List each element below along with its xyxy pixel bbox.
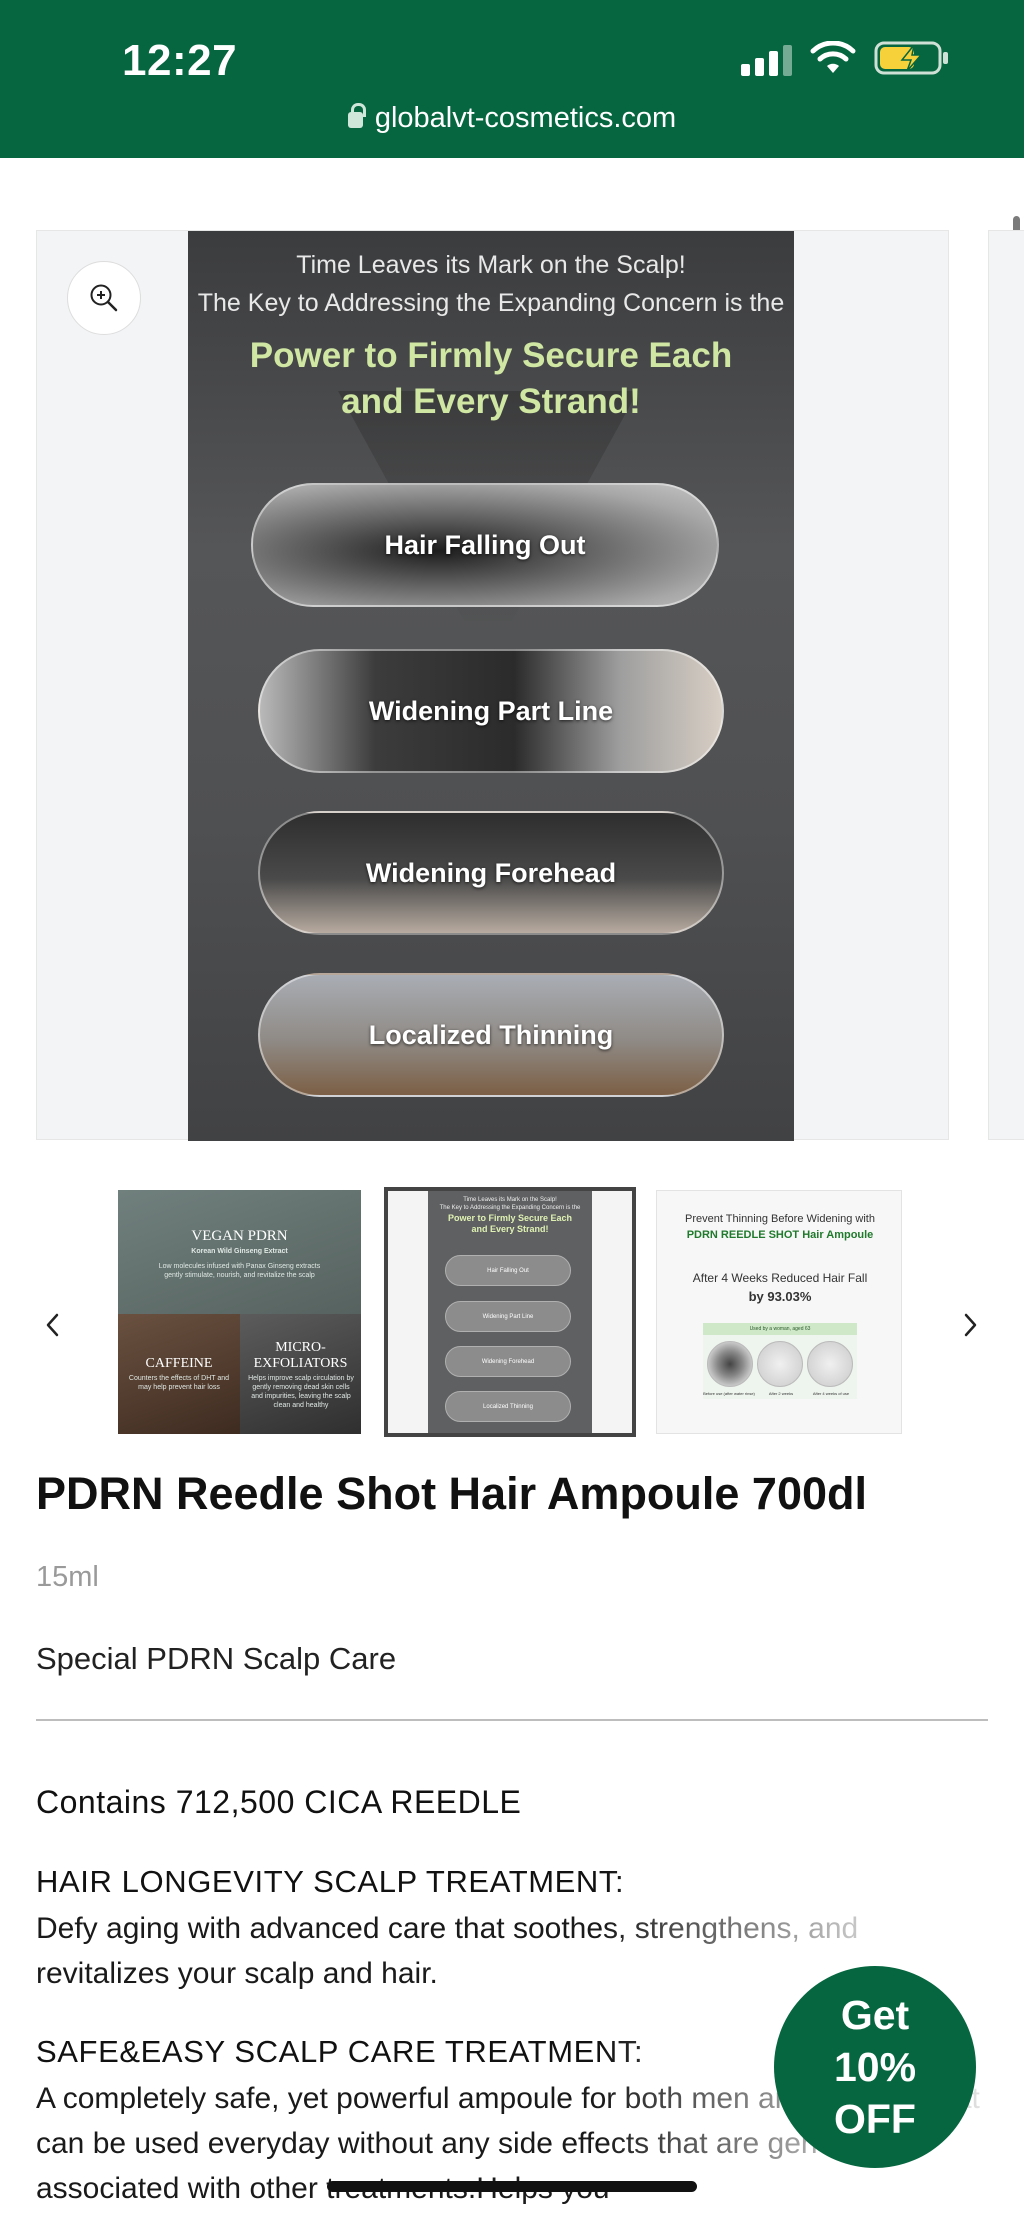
thumb2-line-2: The Key to Addressing the Expanding Conc… — [439, 1205, 581, 1211]
discount-promo-button[interactable]: Get 10% OFF — [774, 1966, 976, 2168]
product-poster-image: Time Leaves its Mark on the Scalp! The K… — [188, 231, 794, 1141]
wifi-icon — [810, 41, 856, 73]
address-bar[interactable]: globalvt-cosmetics.com — [0, 102, 1024, 135]
section-heading-safe-easy: SAFE&EASY SCALP CARE TREATMENT: — [36, 2034, 644, 2069]
thumb1-caffeine-title: CAFFEINE — [145, 1356, 213, 1371]
zoom-button[interactable] — [67, 261, 141, 335]
product-contains: Contains 712,500 CICA REEDLE — [36, 1784, 522, 1820]
thumb2-poster: Time Leaves its Mark on the Scalp! The K… — [428, 1191, 592, 1433]
product-subtitle: Special PDRN Scalp Care — [36, 1641, 397, 1676]
chevron-left-icon — [46, 1313, 59, 1337]
product-image-gallery[interactable]: Time Leaves its Mark on the Scalp! The K… — [36, 230, 949, 1141]
thumb3-line-4: by 93.03% — [748, 1289, 812, 1304]
promo-line-2: 10% — [833, 2044, 917, 2090]
thumb1-vegan-title: VEGAN PDRN — [191, 1228, 288, 1244]
concern-localized-thinning: Localized Thinning — [258, 973, 724, 1097]
thumb2-item-2: Widening Part Line — [445, 1301, 571, 1332]
thumb3-line-3: After 4 Weeks Reduced Hair Fall — [692, 1271, 868, 1285]
concern-widening-forehead: Widening Forehead — [258, 811, 724, 935]
product-title: PDRN Reedle Shot Hair Ampoule 700dl — [36, 1468, 868, 1519]
next-slide-peek[interactable] — [988, 230, 1024, 1140]
thumb3-sample-2 — [757, 1341, 803, 1387]
thumb2-headline: Power to Firmly Secure Each and Every St… — [428, 1213, 592, 1235]
home-indicator[interactable] — [327, 2181, 697, 2192]
poster-headline-1: Power to Firmly Secure Each — [249, 336, 733, 375]
thumbnail-next-button[interactable] — [950, 1300, 990, 1350]
promo-line-1: Get — [840, 1992, 910, 2038]
thumbnail-prev-button[interactable] — [33, 1300, 73, 1350]
thumb3-sample-3 — [807, 1341, 853, 1387]
concern-widening-part-line: Widening Part Line — [258, 649, 724, 773]
thumbnail-1[interactable]: VEGAN PDRN Korean Wild Ginseng Extract L… — [118, 1190, 361, 1434]
thumb1-vegan-desc: Low molecules infused with Panax Ginseng… — [158, 1263, 321, 1279]
thumb3-line-2: PDRN REEDLE SHOT Hair Ampoule — [686, 1229, 874, 1241]
thumb1-micro-desc: Helps improve scalp circulation by gentl… — [248, 1375, 354, 1409]
thumb2-item-1: Hair Falling Out — [445, 1255, 571, 1286]
promo-line-3: OFF — [834, 2096, 916, 2142]
thumb2-line-1: Time Leaves its Mark on the Scalp! — [463, 1197, 557, 1203]
thumb3-caption-2: After 2 weeks — [768, 1391, 794, 1396]
thumb3-band: Used by a woman, aged 63 — [703, 1323, 857, 1335]
poster-line-2: The Key to Addressing the Expanding Conc… — [197, 289, 785, 317]
system-icons — [741, 40, 950, 76]
thumbnail-2-selected[interactable]: Time Leaves its Mark on the Scalp! The K… — [384, 1187, 636, 1437]
section-heading-longevity: HAIR LONGEVITY SCALP TREATMENT: — [36, 1864, 625, 1899]
clock: 12:27 — [122, 36, 238, 85]
status-bar: 12:27 globalvt-cosmetics.com — [0, 0, 1024, 158]
thumb3-caption-1: Before use (after water rinse) — [703, 1391, 755, 1396]
chevron-right-icon — [964, 1313, 977, 1337]
thumb2-item-3: Widening Forehead — [445, 1346, 571, 1377]
thumb1-caffeine-desc: Counters the effects of DHT and may help… — [128, 1375, 230, 1391]
thumb1-micro-title-2: EXFOLIATORS — [253, 1356, 348, 1371]
product-size: 15ml — [36, 1561, 99, 1593]
poster-line-1: Time Leaves its Mark on the Scalp! — [296, 251, 686, 279]
poster-headline-2: and Every Strand! — [341, 382, 641, 421]
cellular-signal-icon — [741, 40, 792, 76]
thumb2-headline-1: Power to Firmly Secure Each — [447, 1213, 573, 1223]
thumb1-micro-title: MICRO- — [275, 1340, 326, 1355]
thumbnail-3[interactable]: Prevent Thinning Before Widening with PD… — [656, 1190, 902, 1434]
thumb3-caption-3: After 4 weeks of use — [812, 1391, 850, 1396]
poster-headline: Power to Firmly Secure Each and Every St… — [188, 333, 794, 425]
battery-charging-icon — [874, 41, 948, 75]
zoom-in-icon — [90, 284, 118, 312]
lock-icon — [347, 103, 366, 128]
concern-hair-falling-out: Hair Falling Out — [251, 483, 719, 607]
thumb3-line-1: Prevent Thinning Before Widening with — [685, 1213, 875, 1225]
thumb3-sample-1 — [707, 1341, 753, 1387]
thumb1-vegan-sub: Korean Wild Ginseng Extract — [191, 1248, 288, 1255]
thumb2-item-4: Localized Thinning — [445, 1391, 571, 1422]
thumb2-headline-2: and Every Strand! — [471, 1224, 549, 1234]
url-text: globalvt-cosmetics.com — [374, 102, 677, 134]
divider — [36, 1719, 988, 1721]
